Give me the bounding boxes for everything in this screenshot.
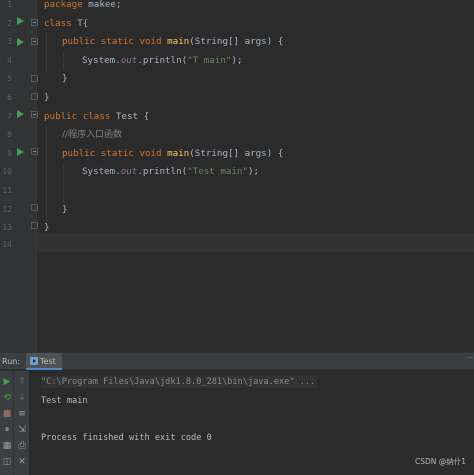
run-toolbar-primary: ▶ ⟲ ■ ⏸ ▦ ◫ (0, 371, 14, 475)
dump-icon[interactable]: ◫ (1, 457, 13, 467)
code-text: .println( (137, 166, 188, 178)
current-line-highlight (37, 233, 474, 252)
run-console[interactable]: "C:\Program Files\Java\jdk1.8.0_281\bin\… (31, 371, 474, 475)
wrap-icon[interactable]: ≡ (16, 409, 28, 419)
run-toolbar-secondary: ↑ ↓ ≡ ⇲ ⎙ ✕ (14, 371, 30, 475)
layout-icon[interactable]: ▦ (1, 441, 13, 451)
code-line-2[interactable]: class T{ (44, 15, 88, 34)
minimize-icon[interactable]: – (468, 353, 473, 362)
string-literal: "Test main" (187, 166, 248, 178)
code-text: } (44, 222, 50, 234)
keyword: public static void (62, 147, 162, 159)
code-text: } (62, 73, 68, 85)
keyword: package (44, 0, 83, 10)
line-number: 7 (7, 111, 12, 121)
code-text: System. (82, 54, 121, 66)
gutter-divider (36, 0, 37, 352)
indent-guide (46, 33, 47, 73)
code-text: (String[] args) { (189, 36, 284, 48)
line-number: 6 (7, 93, 12, 102)
print-icon[interactable]: ⎙ (16, 441, 28, 451)
code-line-10[interactable]: System.out.println("Test main"); (82, 163, 259, 182)
line-number: 10 (2, 167, 12, 177)
down-arrow-icon[interactable]: ↓ (16, 393, 28, 403)
code-text: (String[] args) { (189, 147, 284, 159)
code-line-6[interactable]: } (44, 89, 50, 108)
rerun-icon[interactable]: ⟲ (1, 393, 13, 403)
line-number: 12 (2, 204, 12, 214)
code-text: } (44, 92, 50, 103)
line-number: 3 (7, 37, 12, 47)
up-arrow-icon[interactable]: ↑ (16, 377, 28, 387)
code-text: ); (248, 166, 260, 178)
code-text: .println( (137, 54, 188, 66)
line-number: 11 (2, 186, 12, 195)
run-main-gutter-icon[interactable] (17, 148, 24, 156)
run-main-gutter-icon[interactable] (17, 38, 24, 46)
line-number: 2 (7, 18, 12, 28)
method-name: main (167, 36, 190, 48)
code-text: Test { (110, 110, 150, 122)
code-text: T{ (71, 17, 89, 29)
run-tool-label: Run: (2, 357, 21, 366)
code-line-8[interactable]: //程序入口函数 (62, 126, 122, 145)
line-number: 14 (2, 239, 12, 249)
string-literal: "T main" (187, 54, 232, 66)
keyword: public static void (62, 36, 162, 48)
code-line-5[interactable]: } (62, 70, 68, 89)
line-number: 8 (7, 130, 12, 140)
keyword: class (44, 17, 72, 29)
watermark: CSDN @纳什1 (414, 457, 466, 466)
console-exit-message: Process finished with exit code 0 (41, 433, 212, 443)
code-line-12[interactable]: } (62, 201, 68, 220)
tab-test-label: Test (40, 357, 56, 366)
line-number: 4 (7, 55, 12, 65)
code-text: makee; (82, 0, 122, 10)
keyword: public class (44, 110, 111, 122)
run-class-gutter-icon[interactable] (17, 17, 24, 25)
code-editor[interactable]: 1 2 3 4 5 6 7 8 9 10 11 12 13 14 package… (0, 0, 474, 352)
code-line-3[interactable]: public static void main(String[] args) { (62, 33, 283, 52)
static-field: out (120, 166, 138, 178)
code-text: System. (82, 166, 121, 178)
console-command-line[interactable]: "C:\Program Files\Java\jdk1.8.0_281\bin\… (41, 376, 318, 388)
pause-icon[interactable]: ⏸ (1, 425, 13, 435)
run-config-icon (30, 357, 38, 365)
editor-gutter: 1 2 3 4 5 6 7 8 9 10 11 12 13 14 (0, 0, 38, 352)
tab-test[interactable]: Test (26, 353, 62, 370)
line-number: 5 (7, 74, 12, 84)
line-number: 1 (7, 0, 12, 9)
code-text: } (62, 203, 68, 215)
indent-guide (63, 52, 64, 70)
method-name: main (167, 147, 190, 159)
indent-guide (63, 163, 64, 203)
code-line-4[interactable]: System.out.println("T main"); (82, 52, 242, 71)
stop-icon[interactable]: ■ (1, 409, 13, 419)
run-icon[interactable]: ▶ (1, 377, 13, 387)
code-text: ); (231, 54, 243, 66)
console-output: Test main (41, 396, 88, 406)
scroll-end-icon[interactable]: ⇲ (16, 425, 28, 435)
run-class-gutter-icon[interactable] (17, 110, 24, 118)
line-number: 9 (7, 148, 12, 158)
code-line-9[interactable]: public static void main(String[] args) { (62, 145, 283, 164)
code-line-7[interactable]: public class Test { (44, 108, 149, 127)
comment: //程序入口函数 (62, 130, 123, 141)
code-line-13[interactable]: } (44, 219, 50, 238)
indent-guide (46, 126, 47, 222)
trash-icon[interactable]: ✕ (16, 457, 28, 467)
static-field: out (120, 54, 138, 66)
code-line-1[interactable]: package makee; (44, 0, 121, 15)
run-tool-window-header: Run: Test – (0, 352, 474, 370)
